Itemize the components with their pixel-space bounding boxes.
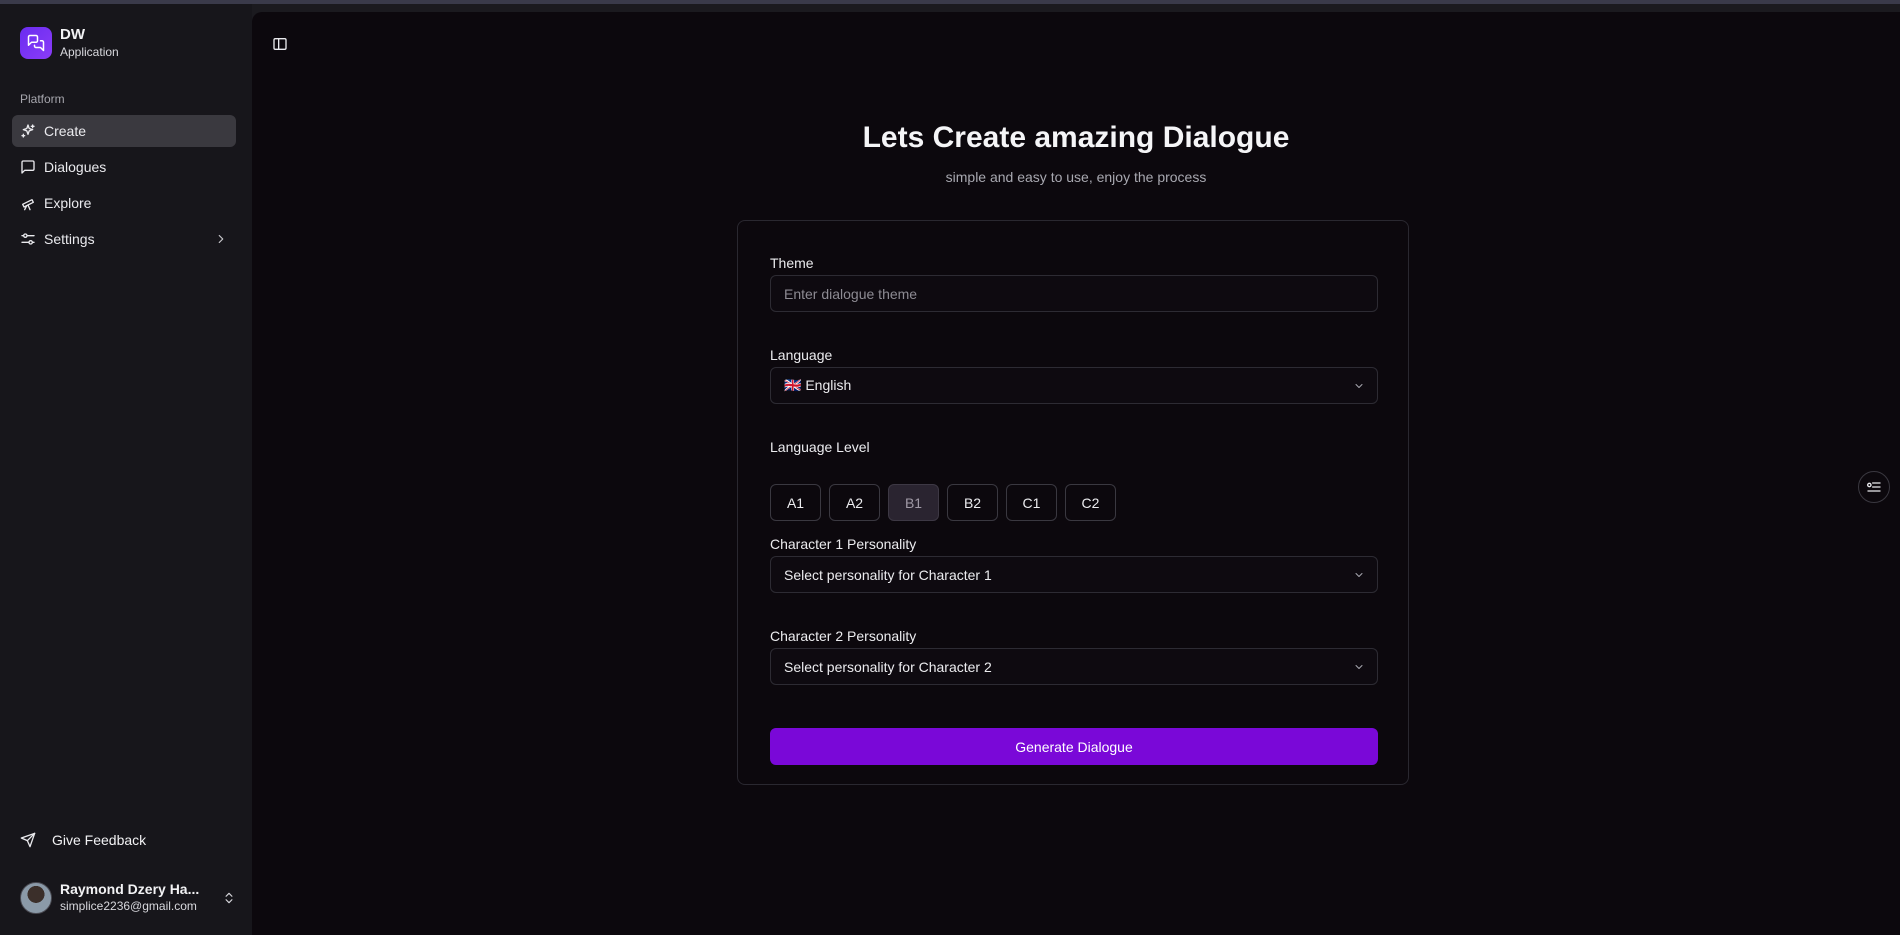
generate-dialogue-button[interactable]: Generate Dialogue: [770, 728, 1378, 765]
brand[interactable]: DW Application: [20, 26, 119, 60]
sidebar-item-label: Explore: [44, 195, 92, 211]
character1-label: Character 1 Personality: [770, 536, 917, 552]
level-button-a1[interactable]: A1: [770, 484, 821, 521]
chevron-right-icon: [214, 232, 228, 246]
sidebar-item-label: Settings: [44, 231, 95, 247]
theme-placeholder: Enter dialogue theme: [784, 285, 918, 302]
user-menu[interactable]: Raymond Dzery Ha... simplice2236@gmail.c…: [20, 881, 236, 914]
sliders-icon: [20, 231, 36, 247]
sparkles-icon: [20, 123, 36, 139]
language-select[interactable]: 🇬🇧 English: [770, 367, 1378, 404]
give-feedback-label: Give Feedback: [52, 832, 147, 848]
chevron-down-icon: [1353, 661, 1365, 673]
chevron-down-icon: [1353, 569, 1365, 581]
chevron-down-icon: [1353, 380, 1365, 392]
chevrons-up-down-icon: [222, 891, 236, 905]
list-filter-icon: [1866, 479, 1882, 495]
page-subtitle: simple and easy to use, enjoy the proces…: [945, 169, 1207, 185]
character2-placeholder: Select personality for Character 2: [784, 658, 992, 675]
theme-input[interactable]: Enter dialogue theme: [770, 275, 1378, 312]
send-icon: [20, 832, 36, 848]
nav-group-label: Platform: [20, 92, 65, 106]
language-level-label: Language Level: [770, 439, 870, 455]
avatar: [20, 881, 52, 914]
telescope-icon: [20, 195, 36, 211]
sidebar-toggle-button[interactable]: [268, 32, 292, 56]
give-feedback-button[interactable]: Give Feedback: [20, 824, 146, 856]
theme-label: Theme: [770, 255, 814, 271]
level-button-c1[interactable]: C1: [1006, 484, 1057, 521]
sidebar-item-explore[interactable]: Explore: [12, 187, 236, 219]
level-button-b1[interactable]: B1: [888, 484, 939, 521]
user-name: Raymond Dzery Ha...: [60, 881, 200, 897]
app-name: DW: [60, 26, 85, 43]
app-subtitle: Application: [60, 45, 119, 59]
user-email: simplice2236@gmail.com: [60, 899, 197, 913]
sidebar-item-settings[interactable]: Settings: [12, 223, 236, 255]
panel-left-icon: [272, 36, 288, 52]
character2-label: Character 2 Personality: [770, 628, 917, 644]
sidebar-item-create[interactable]: Create: [12, 115, 236, 147]
sidebar-item-label: Create: [44, 123, 87, 139]
level-button-a2[interactable]: A2: [829, 484, 880, 521]
main-content: Lets Create amazing Dialogue simple and …: [252, 12, 1900, 935]
character1-select[interactable]: Select personality for Character 1: [770, 556, 1378, 593]
language-level-group: A1 A2 B1 B2 C1 C2: [770, 484, 1124, 521]
sidebar-nav: Create Dialogues Explore Settings: [12, 115, 236, 259]
sidebar-item-dialogues[interactable]: Dialogues: [12, 151, 236, 183]
dialogue-form: Theme Enter dialogue theme Language 🇬🇧 E…: [737, 220, 1409, 785]
level-button-b2[interactable]: B2: [947, 484, 998, 521]
message-square-icon: [20, 159, 36, 175]
sidebar: DW Application Platform Create Dialogues: [0, 4, 252, 935]
language-label: Language: [770, 347, 833, 363]
language-value: 🇬🇧 English: [784, 377, 852, 393]
sidebar-item-label: Dialogues: [44, 159, 107, 175]
window-top-border: [0, 0, 1900, 4]
character1-placeholder: Select personality for Character 1: [784, 566, 992, 583]
floating-options-button[interactable]: [1858, 471, 1890, 503]
level-button-c2[interactable]: C2: [1065, 484, 1116, 521]
character2-select[interactable]: Select personality for Character 2: [770, 648, 1378, 685]
page-title: Lets Create amazing Dialogue: [862, 121, 1290, 154]
chat-bubbles-icon: [20, 27, 52, 59]
